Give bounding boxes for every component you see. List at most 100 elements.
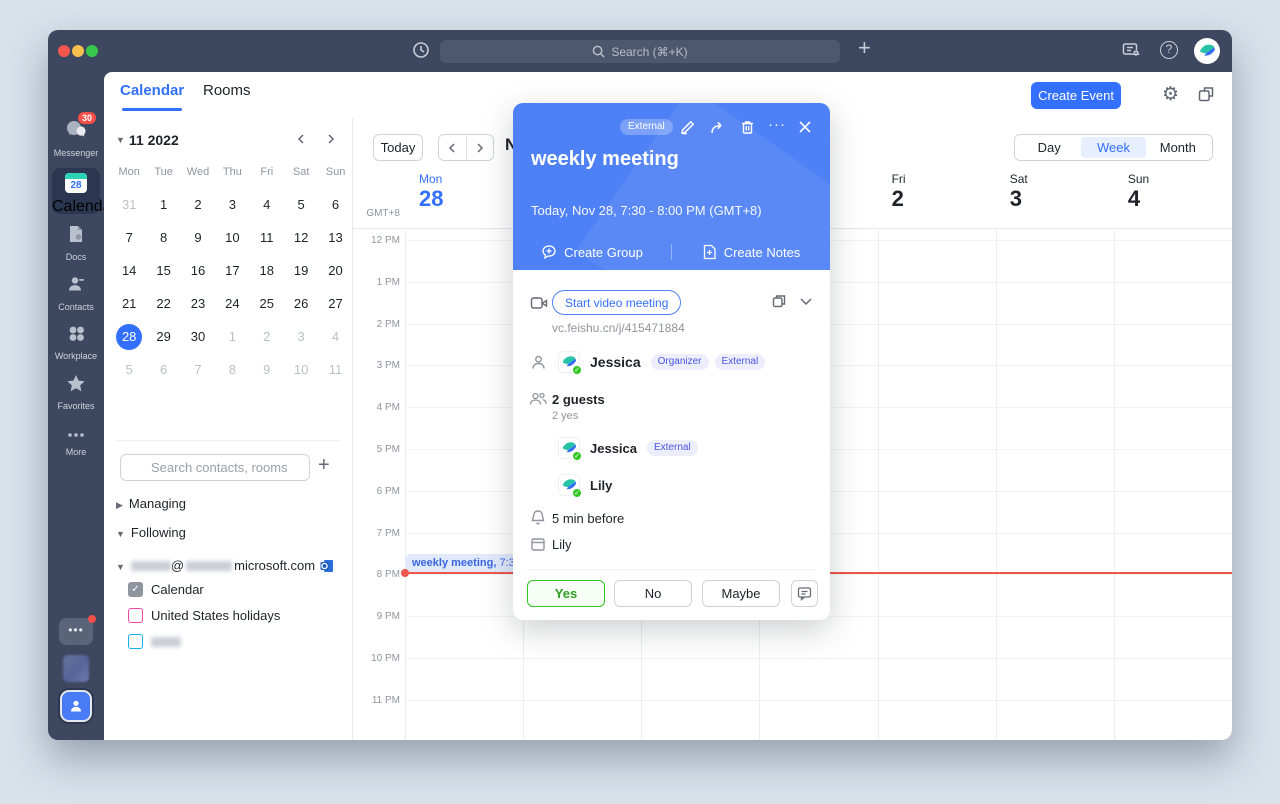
tab-calendar[interactable]: Calendar	[120, 82, 184, 99]
zoom-window-button[interactable]	[86, 45, 98, 57]
mini-calendar-day[interactable]: 10	[215, 221, 249, 254]
mini-calendar-day[interactable]: 5	[112, 353, 146, 386]
mini-calendar-day[interactable]: 14	[112, 254, 146, 287]
calendar-toggle-row[interactable]: United States holidays	[128, 608, 280, 623]
mini-calendar-day[interactable]: 7	[112, 221, 146, 254]
close-window-button[interactable]	[58, 45, 70, 57]
history-icon[interactable]	[411, 40, 431, 60]
mini-calendar-day[interactable]: 9	[181, 221, 215, 254]
guests-count[interactable]: 2 guests	[552, 392, 605, 407]
mini-calendar-day[interactable]: 8	[146, 221, 180, 254]
view-month[interactable]: Month	[1146, 137, 1210, 158]
mini-calendar-day[interactable]: 11	[250, 221, 284, 254]
mini-calendar-day[interactable]: 23	[181, 287, 215, 320]
sidebar-item-more[interactable]: More	[48, 426, 104, 457]
reminder-text[interactable]: 5 min before	[552, 511, 624, 526]
mini-calendar-day[interactable]: 3	[215, 188, 249, 221]
settings-gear-icon[interactable]: ⚙	[1162, 83, 1179, 106]
view-day[interactable]: Day	[1017, 137, 1081, 158]
share-icon[interactable]	[709, 119, 726, 136]
checkbox-checked[interactable]: ✓	[128, 582, 143, 597]
add-calendar-button[interactable]: +	[318, 454, 330, 477]
meeting-link[interactable]: vc.feishu.cn/j/415471884	[552, 321, 685, 335]
action-create-notes[interactable]: Create Notes	[672, 244, 830, 260]
help-icon[interactable]: ?	[1160, 41, 1178, 59]
sidebar-item-contacts[interactable]: Contacts	[48, 274, 104, 312]
mini-calendar-day[interactable]: 4	[250, 188, 284, 221]
mini-calendar-day[interactable]: 8	[215, 353, 249, 386]
mini-calendar-day[interactable]: 22	[146, 287, 180, 320]
mini-calendar-day[interactable]: 5	[284, 188, 318, 221]
new-tab-button[interactable]: +	[858, 35, 871, 61]
minimize-window-button[interactable]	[72, 45, 84, 57]
mini-calendar-day[interactable]: 24	[215, 287, 249, 320]
mini-calendar-day[interactable]: 29	[146, 320, 180, 353]
mini-calendar-day[interactable]: 25	[250, 287, 284, 320]
mini-calendar-day[interactable]: 21	[112, 287, 146, 320]
more-icon[interactable]: ···	[768, 116, 785, 133]
checkbox-unchecked[interactable]	[128, 634, 143, 649]
copy-icon[interactable]	[771, 293, 787, 309]
mini-calendar-day[interactable]: 3	[284, 320, 318, 353]
mini-calendar-day[interactable]: 17	[215, 254, 249, 287]
mini-calendar-day[interactable]: 19	[284, 254, 318, 287]
checkbox-unchecked[interactable]	[128, 608, 143, 623]
edit-icon[interactable]	[679, 119, 696, 136]
more-apps-tile[interactable]: •••	[59, 618, 93, 645]
mini-calendar-day[interactable]: 26	[284, 287, 318, 320]
mini-calendar-day[interactable]: 27	[318, 287, 352, 320]
sidebar-item-docs[interactable]: Docs	[48, 224, 104, 262]
mini-calendar-day[interactable]: 12	[284, 221, 318, 254]
chevron-down-icon[interactable]	[799, 297, 813, 306]
start-video-meeting-button[interactable]: Start video meeting	[552, 290, 681, 315]
view-week[interactable]: Week	[1081, 137, 1145, 158]
sidebar-item-messenger[interactable]: 30Messenger	[48, 118, 104, 158]
tab-rooms[interactable]: Rooms	[203, 82, 251, 99]
mini-calendar-day[interactable]: 13	[318, 221, 352, 254]
rsvp-yes-button[interactable]: Yes	[527, 580, 605, 607]
mini-calendar-day[interactable]: 1	[215, 320, 249, 353]
sidebar-item-workplace[interactable]: Workplace	[48, 324, 104, 361]
mini-calendar-day[interactable]: 2	[181, 188, 215, 221]
mini-calendar-day[interactable]: 9	[250, 353, 284, 386]
mini-calendar-day[interactable]: 6	[318, 188, 352, 221]
mini-calendar-title[interactable]: ▼11 2022	[116, 132, 179, 148]
rsvp-note-button[interactable]	[791, 580, 818, 607]
linked-account-row[interactable]: ▼ @ microsoft.com	[116, 558, 334, 573]
mini-calendar-next-icon[interactable]	[325, 132, 337, 146]
sidebar-item-favorites[interactable]: Favorites	[48, 374, 104, 411]
section-following[interactable]: ▼Following	[116, 525, 186, 540]
sidebar-item-calendar[interactable]: 28Calendar	[52, 168, 100, 214]
mini-calendar-day[interactable]: 20	[318, 254, 352, 287]
mini-calendar-day[interactable]: 30	[181, 320, 215, 353]
rsvp-maybe-button[interactable]: Maybe	[702, 580, 780, 607]
calendar-toggle-row[interactable]	[128, 634, 181, 649]
next-week-icon[interactable]	[467, 135, 494, 160]
mini-calendar-day[interactable]: 15	[146, 254, 180, 287]
mini-calendar-day[interactable]: 18	[250, 254, 284, 287]
profile-tile[interactable]	[60, 690, 92, 722]
section-managing[interactable]: ▶Managing	[116, 496, 186, 511]
global-search-bar[interactable]: Search (⌘+K)	[440, 40, 840, 63]
mini-calendar-day[interactable]: 31	[112, 188, 146, 221]
action-create-group[interactable]: Create Group	[513, 244, 671, 260]
redacted-app-icon[interactable]	[63, 655, 89, 682]
mini-calendar-day[interactable]: 28	[112, 320, 146, 353]
user-avatar[interactable]	[1194, 38, 1220, 64]
popout-window-icon[interactable]	[1197, 85, 1216, 104]
mini-calendar-day[interactable]: 6	[146, 353, 180, 386]
calendar-owner[interactable]: Lily	[552, 537, 572, 552]
today-button[interactable]: Today	[373, 134, 423, 161]
mini-calendar-day[interactable]: 7	[181, 353, 215, 386]
mini-calendar-day[interactable]: 16	[181, 254, 215, 287]
mini-calendar-day[interactable]: 1	[146, 188, 180, 221]
contacts-search-input[interactable]	[120, 454, 310, 481]
mini-calendar-day[interactable]: 10	[284, 353, 318, 386]
notification-settings-icon[interactable]	[1121, 40, 1141, 60]
close-icon[interactable]	[797, 119, 814, 136]
event-chip[interactable]: weekly meeting, 7:3	[406, 554, 520, 573]
mini-calendar-day[interactable]: 11	[318, 353, 352, 386]
create-event-button[interactable]: Create Event	[1031, 82, 1121, 109]
rsvp-no-button[interactable]: No	[614, 580, 692, 607]
delete-icon[interactable]	[739, 119, 756, 136]
